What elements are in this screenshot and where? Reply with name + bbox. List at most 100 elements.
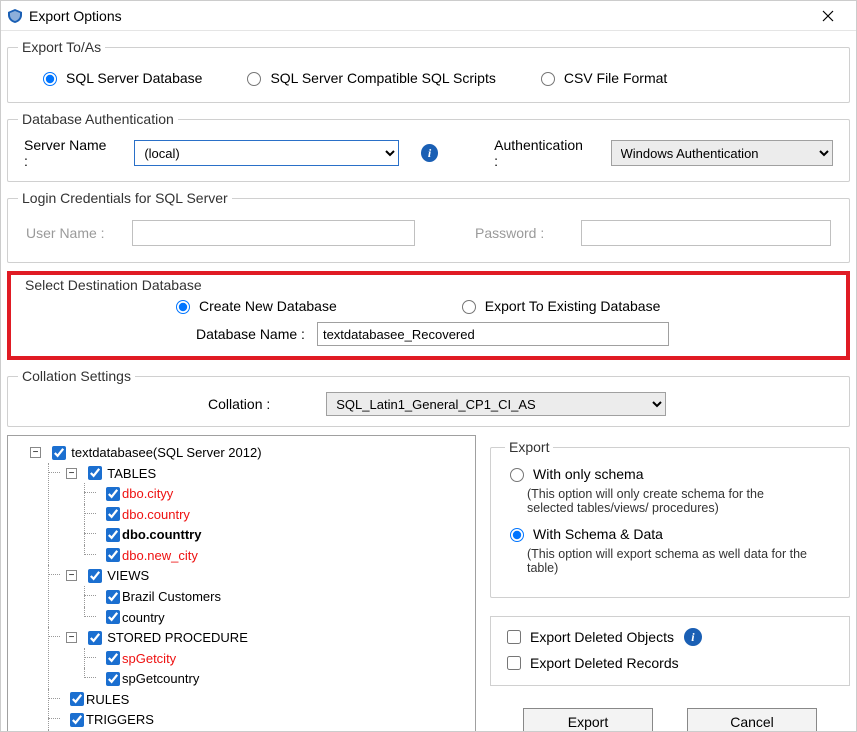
cancel-button[interactable]: Cancel bbox=[687, 708, 817, 731]
radio-sql-server-db-label: SQL Server Database bbox=[66, 70, 202, 86]
deleted-options-box: Export Deleted Objects i Export Deleted … bbox=[490, 616, 850, 686]
tree-triggers-chk[interactable] bbox=[70, 713, 84, 727]
radio-csv-label: CSV File Format bbox=[564, 70, 667, 86]
tree-views-chk[interactable] bbox=[88, 569, 102, 583]
window-title: Export Options bbox=[29, 8, 806, 24]
chk-export-deleted-records-input[interactable] bbox=[507, 656, 521, 670]
db-name-label: Database Name : bbox=[196, 326, 305, 342]
tree-root-chk[interactable] bbox=[52, 446, 66, 460]
tree-item-chk[interactable] bbox=[106, 548, 120, 562]
radio-only-schema-input[interactable] bbox=[510, 468, 524, 482]
export-options-legend: Export bbox=[505, 439, 553, 455]
chk-export-deleted-objects-input[interactable] bbox=[507, 630, 521, 644]
tree-item-label: spGetcountry bbox=[122, 671, 199, 686]
radio-only-schema[interactable]: With only schema bbox=[505, 465, 643, 482]
tree-item-label: country bbox=[122, 610, 165, 625]
radio-sql-scripts[interactable]: SQL Server Compatible SQL Scripts bbox=[242, 69, 495, 86]
tree-item[interactable]: Brazil Customers bbox=[84, 586, 471, 607]
radio-csv-input[interactable] bbox=[541, 72, 555, 86]
db-name-input[interactable] bbox=[317, 322, 669, 346]
tree-item-label: dbo.new_city bbox=[122, 548, 198, 563]
object-tree[interactable]: − textdatabasee(SQL Server 2012) − TABLE… bbox=[7, 435, 476, 731]
close-button[interactable] bbox=[806, 2, 850, 30]
tree-item-chk[interactable] bbox=[106, 507, 120, 521]
radio-export-existing[interactable]: Export To Existing Database bbox=[457, 297, 661, 314]
export-options-window: Export Options Export To/As SQL Server D… bbox=[0, 0, 857, 732]
tree-sp[interactable]: − STORED PROCEDURE spGetcity spGetcountr… bbox=[48, 627, 471, 689]
radio-csv[interactable]: CSV File Format bbox=[536, 69, 667, 86]
radio-schema-data-label: With Schema & Data bbox=[533, 526, 663, 542]
tree-item-chk[interactable] bbox=[106, 672, 120, 686]
collapse-icon[interactable]: − bbox=[66, 468, 77, 479]
chk-export-deleted-records-label: Export Deleted Records bbox=[530, 655, 679, 671]
tree-item-label: dbo.counttry bbox=[122, 527, 201, 542]
tree-functions[interactable]: FUNCTIONS bbox=[48, 730, 471, 731]
tree-item-chk[interactable] bbox=[106, 487, 120, 501]
tree-item[interactable]: country bbox=[84, 607, 471, 628]
chk-export-deleted-objects[interactable]: Export Deleted Objects bbox=[503, 627, 674, 647]
info-icon[interactable]: i bbox=[421, 144, 438, 162]
tree-item[interactable]: dbo.counttry bbox=[84, 524, 471, 545]
tree-root[interactable]: − textdatabasee(SQL Server 2012) − TABLE… bbox=[12, 442, 471, 731]
export-to-as-legend: Export To/As bbox=[18, 39, 105, 55]
info-icon[interactable]: i bbox=[684, 628, 702, 646]
tree-item[interactable]: spGetcity bbox=[84, 648, 471, 669]
collation-label: Collation : bbox=[208, 396, 270, 412]
radio-export-existing-label: Export To Existing Database bbox=[485, 298, 661, 314]
radio-create-new-db[interactable]: Create New Database bbox=[171, 297, 337, 314]
radio-sql-server-db[interactable]: SQL Server Database bbox=[38, 69, 202, 86]
tree-root-label: textdatabasee(SQL Server 2012) bbox=[71, 445, 261, 460]
tree-item-chk[interactable] bbox=[106, 590, 120, 604]
tree-item-chk[interactable] bbox=[106, 651, 120, 665]
auth-label: Authentication : bbox=[494, 137, 586, 169]
tree-tables[interactable]: − TABLES dbo.cityy dbo.country dbo.count… bbox=[48, 463, 471, 566]
collation-group: Collation Settings Collation : SQL_Latin… bbox=[7, 368, 850, 427]
username-input[interactable] bbox=[132, 220, 415, 246]
tree-item[interactable]: dbo.cityy bbox=[84, 483, 471, 504]
tree-item-chk[interactable] bbox=[106, 610, 120, 624]
export-button[interactable]: Export bbox=[523, 708, 653, 731]
export-to-as-group: Export To/As SQL Server Database SQL Ser… bbox=[7, 39, 850, 103]
tree-triggers-label: TRIGGERS bbox=[86, 712, 154, 727]
content: Export To/As SQL Server Database SQL Ser… bbox=[1, 31, 856, 731]
auth-select[interactable]: Windows Authentication bbox=[611, 140, 834, 166]
tree-sp-label: STORED PROCEDURE bbox=[107, 630, 248, 645]
app-icon bbox=[7, 8, 23, 24]
db-auth-group: Database Authentication Server Name : (l… bbox=[7, 111, 850, 182]
radio-export-existing-input[interactable] bbox=[462, 300, 476, 314]
collapse-icon[interactable]: − bbox=[66, 632, 77, 643]
collapse-icon[interactable]: − bbox=[66, 570, 77, 581]
tree-item[interactable]: spGetcountry bbox=[84, 668, 471, 689]
password-input[interactable] bbox=[581, 220, 831, 246]
password-label: Password : bbox=[475, 225, 565, 241]
radio-sql-scripts-input[interactable] bbox=[247, 72, 261, 86]
radio-only-schema-label: With only schema bbox=[533, 466, 643, 482]
radio-create-new-db-label: Create New Database bbox=[199, 298, 337, 314]
tree-triggers[interactable]: TRIGGERS bbox=[48, 709, 471, 730]
dest-db-group: Select Destination Database Create New D… bbox=[13, 277, 844, 354]
tree-rules-chk[interactable] bbox=[70, 692, 84, 706]
tree-views[interactable]: − VIEWS Brazil Customers country bbox=[48, 565, 471, 627]
close-icon bbox=[822, 10, 834, 22]
tree-sp-chk[interactable] bbox=[88, 631, 102, 645]
db-auth-legend: Database Authentication bbox=[18, 111, 178, 127]
radio-sql-server-db-input[interactable] bbox=[43, 72, 57, 86]
radio-create-new-db-input[interactable] bbox=[176, 300, 190, 314]
collation-select[interactable]: SQL_Latin1_General_CP1_CI_AS bbox=[326, 392, 666, 416]
tree-rules[interactable]: RULES bbox=[48, 689, 471, 710]
tree-rules-label: RULES bbox=[86, 692, 129, 707]
radio-schema-data-input[interactable] bbox=[510, 528, 524, 542]
dest-db-highlight: Select Destination Database Create New D… bbox=[7, 271, 850, 360]
collapse-icon[interactable]: − bbox=[30, 447, 41, 458]
tree-tables-label: TABLES bbox=[107, 466, 156, 481]
tree-item-chk[interactable] bbox=[106, 528, 120, 542]
radio-schema-data[interactable]: With Schema & Data bbox=[505, 525, 663, 542]
tree-item-label: dbo.cityy bbox=[122, 486, 173, 501]
chk-export-deleted-records[interactable]: Export Deleted Records bbox=[503, 653, 679, 673]
tree-item[interactable]: dbo.new_city bbox=[84, 545, 471, 566]
tree-tables-chk[interactable] bbox=[88, 466, 102, 480]
tree-item[interactable]: dbo.country bbox=[84, 504, 471, 525]
dest-db-legend: Select Destination Database bbox=[21, 277, 206, 293]
collation-legend: Collation Settings bbox=[18, 368, 135, 384]
server-name-select[interactable]: (local) bbox=[134, 140, 399, 166]
